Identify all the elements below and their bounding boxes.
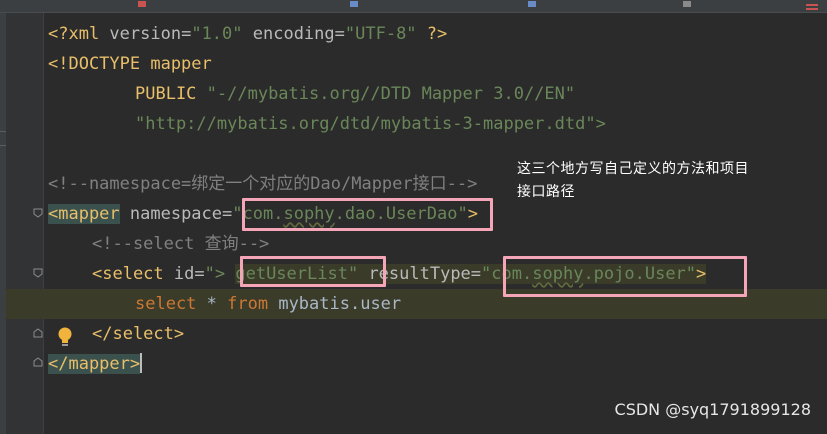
quote: " [232,204,243,224]
equals-sign: = [334,24,345,44]
annotation-line-1: 这三个地方写自己定义的方法和项目 [517,161,749,177]
sql-from-keyword: from [227,294,269,314]
annotation-line-2: 接口路径 [517,184,575,200]
mapper-close-tag: </mapper> [48,354,141,374]
lightbulb-icon[interactable] [56,326,74,348]
code-line-xml-declaration[interactable]: <?xml version="1.0" encoding="UTF-8" ?> [48,19,447,49]
code-line-comment-select[interactable]: <!--select 查询--> [92,229,269,259]
code-line-dtd-url[interactable]: "http://mybatis.org/dtd/mybatis-3-mapper… [135,109,606,139]
quote: " [481,264,492,284]
equals-sign: = [470,264,482,284]
code-line-sql[interactable]: select * from mybatis.user [135,289,401,319]
line-gutter[interactable] [6,13,44,434]
attr-version: version [109,24,182,44]
equals-sign: = [181,24,192,44]
fold-marker-icon[interactable] [33,357,43,367]
version-value: "1.0" [191,24,243,44]
fold-marker-icon[interactable] [33,208,43,218]
fold-marker-icon[interactable] [33,328,43,338]
dtd-url-value: "http://mybatis.org/dtd/mybatis-3-mapper… [135,114,606,134]
window-menu-icon[interactable] [803,0,821,12]
sql-table-name: mybatis.user [268,294,402,314]
annotation-note: 这三个地方写自己定义的方法和项目 接口路径 [517,158,817,204]
select-comment: <!--select 查询--> [92,234,270,254]
file-tab-icon[interactable] [138,1,146,7]
watermark: CSDN @syq1791899128 [614,400,811,419]
code-line-doctype[interactable]: <!DOCTYPE mapper [48,49,212,79]
encoding-value: "UTF-8" [344,24,417,44]
annotation-box-id [240,256,386,287]
xml-decl-close: ?> [416,24,448,44]
select-close-tag: </select> [92,324,185,344]
doctype-text: <!DOCTYPE mapper [48,54,212,74]
public-keyword: PUBLIC [135,84,197,104]
public-id-value: "-//mybatis.org//DTD Mapper 3.0//EN" [196,84,576,104]
quote: " [204,264,215,284]
code-line-select-close[interactable]: </select> [92,319,184,349]
sql-star: * [196,294,228,314]
mapper-open-tag: <mapper [48,204,120,224]
namespace-comment: <!--namespace=绑定一个对应的Dao/Mapper接口--> [48,174,478,194]
file-tab-icon[interactable] [350,1,358,7]
annotation-box-result-type [503,256,747,297]
file-tab-icon[interactable] [683,1,691,7]
editor-tab-bar [0,0,827,13]
sql-select-keyword: select [135,294,197,314]
code-line-mapper-close[interactable]: </mapper> [48,349,143,379]
code-line-public[interactable]: PUBLIC "-//mybatis.org//DTD Mapper 3.0//… [135,79,575,109]
equals-sign: = [222,204,233,224]
attr-id: id [163,264,195,284]
equals-sign: = [194,264,205,284]
attr-namespace: namespace [119,204,223,224]
code-line-comment-namespace[interactable]: <!--namespace=绑定一个对应的Dao/Mapper接口--> [48,169,477,199]
file-tab-icon[interactable] [528,1,536,7]
id-value-prefix: > [214,264,236,284]
xml-decl-open: <?xml [48,24,110,44]
annotation-box-namespace [242,198,493,231]
select-open-tag: <select [92,264,164,284]
attr-encoding: encoding [242,24,335,44]
text-cursor [140,353,143,373]
fold-marker-icon[interactable] [33,268,43,278]
